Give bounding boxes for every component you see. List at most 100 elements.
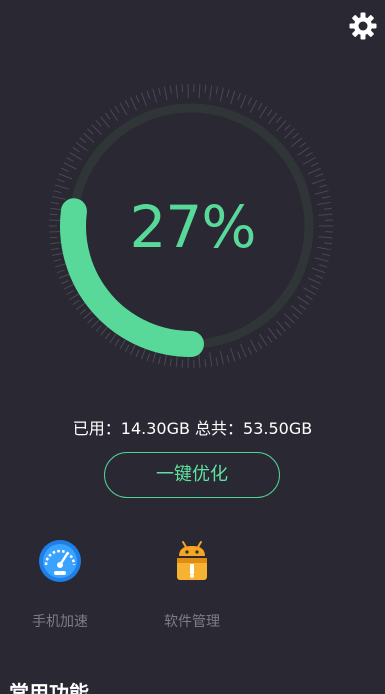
gauge-tick [209, 85, 213, 100]
app-management-feature[interactable]: 软件管理 [147, 538, 237, 642]
android-package-icon [177, 541, 207, 580]
gauge-tick [58, 173, 73, 180]
gauge-tick [267, 112, 278, 125]
gauge-tick [240, 343, 247, 358]
gauge-tick [226, 89, 230, 98]
gauge-tick [66, 157, 74, 162]
gauge-tick [181, 84, 184, 93]
gauge-tick [83, 132, 95, 143]
gauge-tick [141, 92, 147, 107]
gauge-tick [302, 287, 316, 295]
gauge-tick [181, 359, 184, 368]
gauge-tick [259, 333, 268, 347]
gauge-tick [104, 112, 111, 120]
gauge-tick [257, 102, 263, 111]
gauge-tick [66, 290, 74, 295]
gauge-tick [276, 320, 287, 332]
gauge-tick [61, 280, 69, 285]
phone-cleaner-screen: 27% 已用：14.30GB 总共：53.50GB 一键优化 手机加速 软件管理… [0, 0, 385, 694]
gauge-tick [291, 305, 303, 315]
gauge-tick [219, 350, 224, 365]
gauge-tick [119, 102, 128, 116]
gauge-tick [169, 85, 172, 94]
gauge-tick [204, 84, 207, 93]
gauge-tick [311, 267, 326, 274]
gauge-tick [276, 328, 282, 336]
gauge-tick [72, 147, 80, 153]
gauge-tick [226, 354, 230, 363]
gauge-tick [130, 97, 137, 111]
gauge-tick [302, 157, 316, 165]
gauge-tick [198, 353, 201, 368]
gauge-tick [284, 321, 291, 328]
gauge-tick [204, 359, 207, 368]
gauge-tick [79, 137, 87, 144]
phone-speedup-feature[interactable]: 手机加速 [15, 538, 105, 642]
gauge-tick [292, 313, 299, 320]
gauge-tick [283, 313, 295, 324]
gauge-tick [215, 86, 219, 95]
gauge-tick [267, 327, 278, 340]
gauge-tick [95, 325, 102, 332]
gauge-tick [56, 269, 65, 274]
gauge-tick [230, 90, 236, 105]
one-click-optimize-button[interactable]: 一键优化 [104, 452, 280, 498]
gauge-tick [230, 347, 236, 362]
gauge-tick [114, 105, 120, 114]
gauge-tick [135, 349, 140, 358]
gauge-tick [87, 317, 94, 324]
gauge-tick [215, 357, 219, 366]
gauge-tick [87, 128, 94, 135]
gauge-tick [299, 142, 307, 148]
gear-icon[interactable] [347, 10, 379, 42]
gauge-tick [109, 109, 119, 122]
phone-speedup-label: 手机加速 [32, 614, 88, 630]
gauge-tick [311, 178, 326, 185]
gauge-tick [247, 347, 252, 355]
common-functions-title: 常用功能 [9, 681, 89, 694]
gauge-tick [249, 339, 258, 353]
gauge-tick [135, 94, 140, 103]
gauge-tick [56, 178, 65, 183]
gauge-tick [75, 142, 88, 152]
gauge-tick [219, 87, 224, 102]
gauge-tick [158, 87, 161, 96]
gauge-tick [237, 92, 241, 101]
gauge-tick [310, 285, 319, 290]
gauge-tick [175, 84, 179, 99]
gauge-tick [259, 105, 268, 119]
gauge-tick [267, 335, 273, 343]
storage-usage-text: 已用：14.30GB 总共：53.50GB [72, 419, 313, 438]
memory-usage-percent: 27% [129, 193, 257, 261]
gauge-tick [315, 173, 324, 178]
gauge-tick [79, 308, 87, 315]
gauge-tick [124, 344, 130, 353]
gauge-tick [297, 296, 310, 305]
gauge-tick [310, 162, 319, 167]
gauge-tick [283, 128, 295, 139]
gauge-tick [63, 162, 77, 170]
gauge-tick [158, 356, 161, 365]
gauge-tick [307, 277, 321, 285]
app-management-label: 软件管理 [164, 614, 220, 630]
gauge-tick [198, 84, 201, 99]
gauge-tick [257, 341, 263, 350]
gauge-tick [240, 94, 247, 109]
gauge-tick [100, 116, 110, 128]
gauge-tick [305, 152, 313, 158]
gauge-tick [307, 167, 321, 175]
gauge-tick [163, 86, 168, 101]
gauge-tick [267, 109, 273, 117]
gauge-tick [291, 137, 303, 147]
gauge-tick [72, 299, 80, 305]
gauge-tick [152, 89, 158, 103]
gauge-tick [209, 352, 213, 367]
gauge-tick [305, 294, 313, 300]
gauge-tick [104, 332, 111, 340]
gauge-tick [247, 97, 252, 105]
gauge-tick [237, 351, 241, 360]
gauge-tick [124, 99, 130, 108]
gauge-tick [61, 167, 69, 172]
gauge-tick [69, 152, 82, 161]
gauge-tick [95, 120, 102, 127]
